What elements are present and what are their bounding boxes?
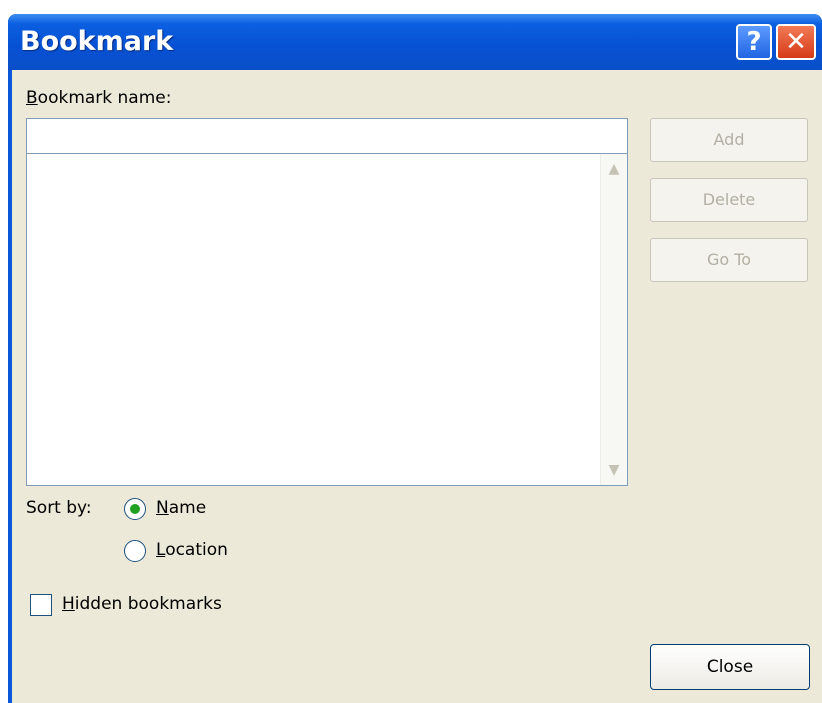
delete-button[interactable]: Delete: [650, 178, 808, 222]
bookmark-dialog: Bookmark ? ✕ Bookmark name: ▲ ▼ Add Dele…: [8, 14, 822, 703]
goto-button[interactable]: Go To: [650, 238, 808, 282]
sort-location-radio[interactable]: [124, 540, 146, 562]
hidden-bookmarks-label[interactable]: Hidden bookmarks: [62, 594, 222, 614]
title-bar[interactable]: Bookmark ? ✕: [8, 14, 822, 70]
bookmark-name-label-text: ookmark name:: [37, 88, 172, 108]
vertical-scrollbar[interactable]: ▲ ▼: [600, 154, 627, 485]
dialog-body: Bookmark name: ▲ ▼ Add Delete Go To Sort…: [12, 70, 822, 703]
sort-by-label: Sort by:: [26, 498, 92, 518]
scroll-down-icon[interactable]: ▼: [605, 461, 623, 479]
hidden-bookmarks-checkbox[interactable]: [30, 594, 52, 616]
bookmark-name-input[interactable]: [26, 118, 628, 154]
bookmark-name-label: Bookmark name:: [26, 88, 171, 108]
sort-name-text: ame: [168, 498, 207, 518]
help-button[interactable]: ?: [736, 24, 772, 60]
sort-name-radio[interactable]: [124, 498, 146, 520]
sort-name-mnemonic: N: [156, 498, 169, 518]
sort-location-text: ocation: [165, 540, 228, 560]
sort-name-label[interactable]: Name: [156, 498, 206, 518]
bookmark-list[interactable]: ▲ ▼: [26, 154, 628, 486]
bookmark-name-mnemonic: B: [26, 88, 38, 108]
dialog-title: Bookmark: [20, 26, 174, 57]
add-button[interactable]: Add: [650, 118, 808, 162]
scroll-up-icon[interactable]: ▲: [605, 160, 623, 178]
close-window-icon[interactable]: ✕: [776, 24, 816, 60]
sort-location-mnemonic: L: [156, 540, 166, 560]
hidden-bookmarks-text: idden bookmarks: [74, 594, 222, 614]
close-button[interactable]: Close: [650, 644, 810, 690]
sort-location-label[interactable]: Location: [156, 540, 228, 560]
hidden-bookmarks-mnemonic: H: [62, 594, 75, 614]
